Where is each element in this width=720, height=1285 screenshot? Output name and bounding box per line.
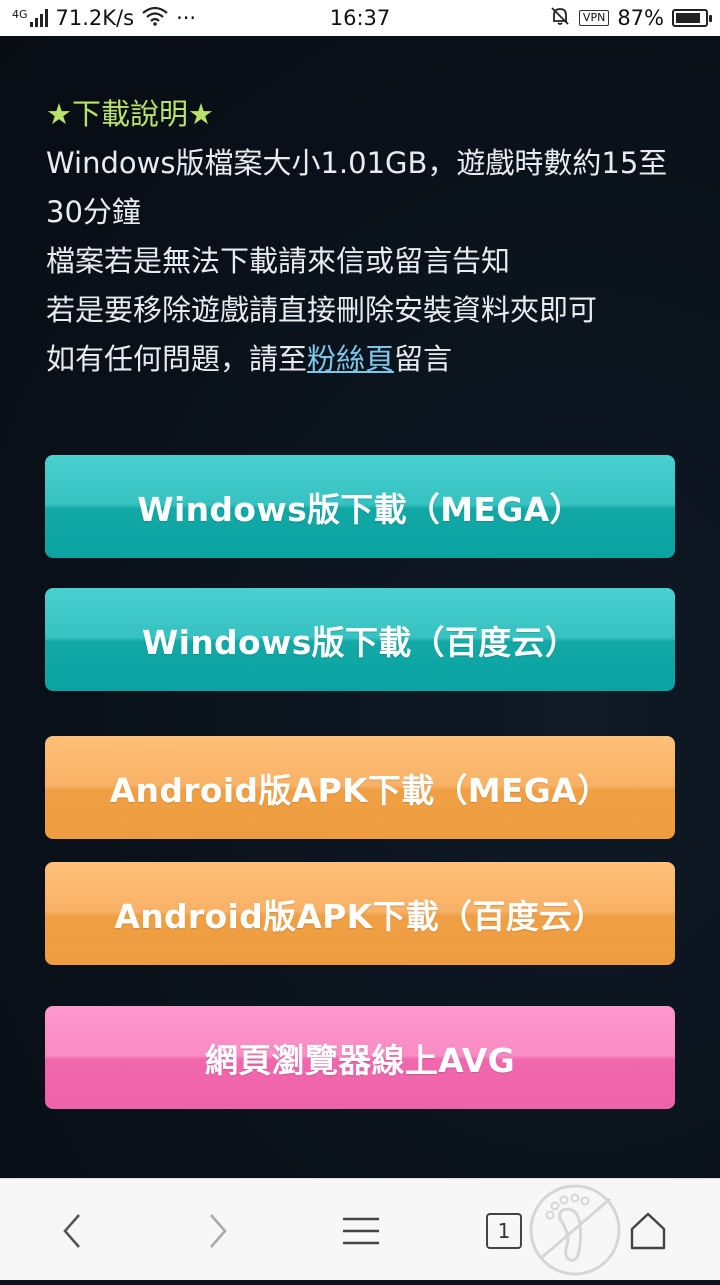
instructions-line-size: Windows版檔案大小1.01GB，遊戲時數約15至30分鐘	[46, 146, 668, 229]
instructions-line-contact: 檔案若是無法下載請來信或留言告知	[46, 244, 511, 278]
wifi-icon	[142, 6, 168, 31]
signal-icon: 4G	[12, 9, 48, 27]
more-dots: ···	[176, 6, 197, 30]
forward-button[interactable]	[186, 1199, 250, 1263]
battery-icon	[672, 9, 712, 27]
menu-button[interactable]	[329, 1199, 393, 1263]
mute-bell-icon	[549, 5, 571, 32]
browser-toolbar: 1	[0, 1178, 720, 1280]
instructions-title: ★下載說明★	[46, 97, 214, 131]
android-mega-download-button[interactable]: Android版APK下載（MEGA）	[45, 736, 675, 839]
battery-percent: 87%	[617, 6, 664, 30]
back-button[interactable]	[40, 1199, 104, 1263]
menu-icon	[343, 1217, 379, 1245]
page-content: ★下載說明★ Windows版檔案大小1.01GB，遊戲時數約15至30分鐘 檔…	[0, 36, 720, 1178]
network-speed: 71.2K/s	[55, 6, 135, 30]
instructions-line-questions: 如有任何問題，請至粉絲頁留言	[46, 342, 453, 376]
clock: 16:37	[329, 6, 391, 30]
download-instructions: ★下載說明★ Windows版檔案大小1.01GB，遊戲時數約15至30分鐘 檔…	[46, 90, 676, 384]
android-baidu-download-button[interactable]: Android版APK下載（百度云）	[45, 862, 675, 965]
forward-icon	[210, 1214, 227, 1248]
windows-mega-download-button[interactable]: Windows版下載（MEGA）	[45, 455, 675, 558]
web-avg-button[interactable]: 網頁瀏覽器線上AVG	[45, 1006, 675, 1109]
back-icon	[63, 1214, 80, 1248]
home-icon	[630, 1212, 666, 1250]
tabs-icon: 1	[486, 1213, 522, 1249]
incognito-icon[interactable]	[520, 1179, 630, 1281]
home-button[interactable]	[616, 1199, 680, 1263]
vpn-icon: VPN	[578, 10, 610, 26]
windows-baidu-download-button[interactable]: Windows版下載（百度云）	[45, 588, 675, 691]
instructions-line-uninstall: 若是要移除遊戲請直接刪除安裝資料夾即可	[46, 293, 598, 327]
status-bar: 4G 71.2K/s ··· 16:37 VPN 87%	[0, 0, 720, 36]
fan-page-link[interactable]: 粉絲頁	[307, 342, 394, 376]
